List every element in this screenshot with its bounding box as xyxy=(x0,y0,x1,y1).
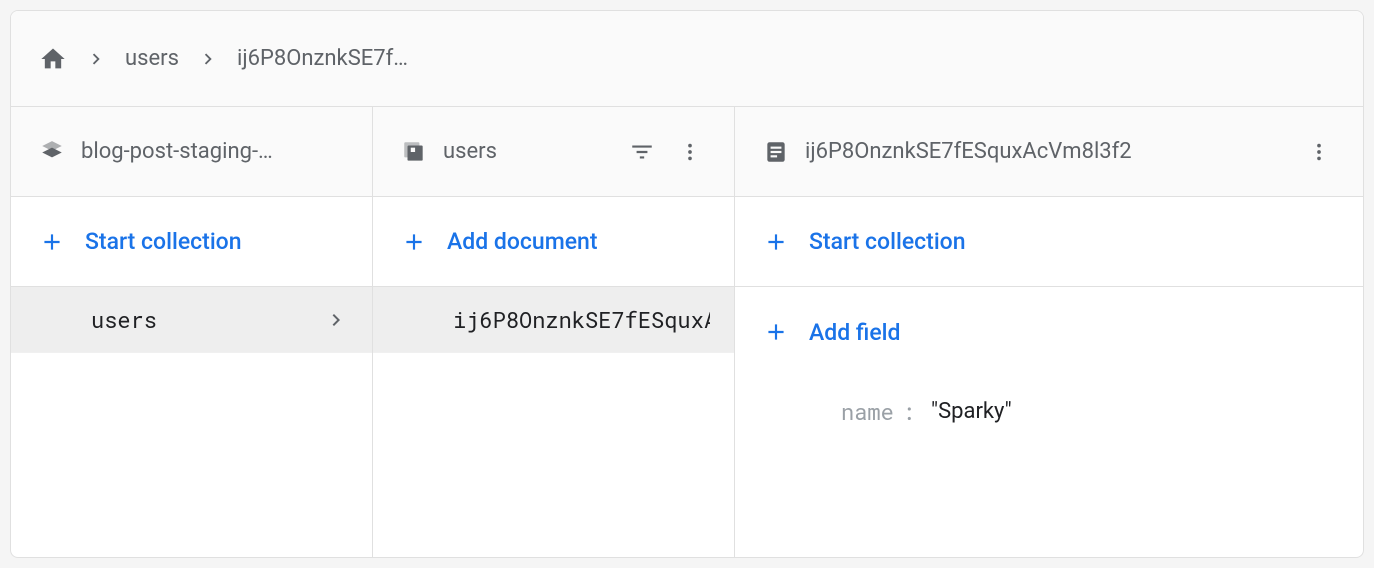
chevron-right-icon xyxy=(197,48,219,70)
document-column: ij6P8OnznkSE7fESquxAcVm8l3f2 Start colle… xyxy=(735,107,1363,557)
start-collection-button[interactable]: Start collection xyxy=(11,197,372,287)
document-list-item[interactable]: ij6P8OnznkSE7fESquxAcVm8l3f2 xyxy=(373,287,734,353)
add-field-button[interactable]: Add field xyxy=(735,287,1363,377)
project-column: blog-post-staging-… Start collection use… xyxy=(11,107,373,557)
collection-column: users Add document ij6P8OnznkSE7fESquxAc… xyxy=(373,107,735,557)
action-label: Start collection xyxy=(85,228,242,255)
home-icon[interactable] xyxy=(39,45,67,73)
document-icon xyxy=(763,139,789,165)
project-header: blog-post-staging-… xyxy=(11,107,372,197)
field-key: name xyxy=(841,397,894,426)
collection-icon xyxy=(401,139,427,165)
collection-header: users xyxy=(373,107,734,197)
action-label: Add field xyxy=(809,319,900,346)
collection-list-item[interactable]: users xyxy=(11,287,372,353)
add-document-button[interactable]: Add document xyxy=(373,197,734,287)
field-colon: : xyxy=(902,397,915,426)
document-id: ij6P8OnznkSE7fESquxAcVm8l3f2 xyxy=(453,305,710,334)
document-title: ij6P8OnznkSE7fESquxAcVm8l3f2 xyxy=(805,139,1287,164)
columns: blog-post-staging-… Start collection use… xyxy=(11,107,1363,557)
chevron-right-icon xyxy=(85,48,107,70)
more-vert-icon[interactable] xyxy=(1303,136,1335,168)
plus-icon xyxy=(39,229,65,255)
field-value: "Sparky" xyxy=(931,399,1012,424)
start-collection-button[interactable]: Start collection xyxy=(735,197,1363,287)
project-icon xyxy=(39,139,65,165)
plus-icon xyxy=(763,229,789,255)
plus-icon xyxy=(763,319,789,345)
filter-icon[interactable] xyxy=(626,136,658,168)
collection-title: users xyxy=(443,139,610,164)
breadcrumb-segment-document[interactable]: ij6P8OnznkSE7f… xyxy=(237,46,408,71)
breadcrumb-segment-collection[interactable]: users xyxy=(125,46,179,71)
collection-name: users xyxy=(91,305,316,334)
project-title: blog-post-staging-… xyxy=(81,139,344,164)
chevron-right-icon xyxy=(324,308,348,332)
document-header: ij6P8OnznkSE7fESquxAcVm8l3f2 xyxy=(735,107,1363,197)
action-label: Add document xyxy=(447,228,598,255)
data-panel: users ij6P8OnznkSE7f… blog-post-staging-… xyxy=(10,10,1364,558)
breadcrumb: users ij6P8OnznkSE7f… xyxy=(11,11,1363,107)
plus-icon xyxy=(401,229,427,255)
action-label: Start collection xyxy=(809,228,966,255)
field-row[interactable]: name: "Sparky" xyxy=(735,377,1363,446)
more-vert-icon[interactable] xyxy=(674,136,706,168)
